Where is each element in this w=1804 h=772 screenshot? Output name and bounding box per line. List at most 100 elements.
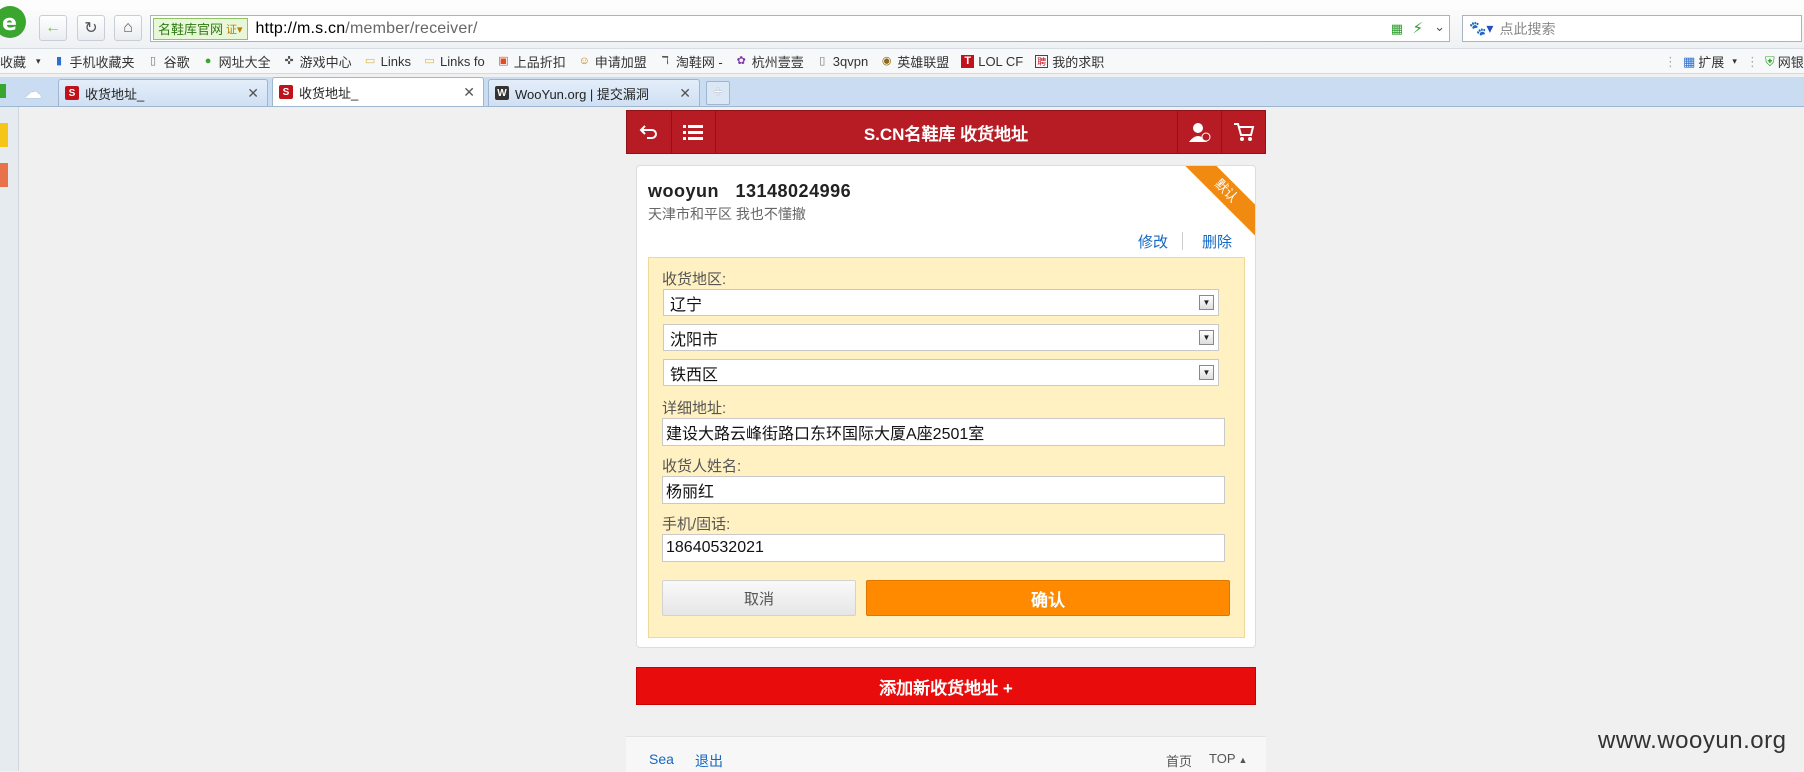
district-value: 铁西区 (670, 366, 719, 384)
bookmark-item[interactable]: ▯ 谷歌 (147, 52, 190, 71)
bookmark-item[interactable]: ▯ 3qvpn (816, 54, 868, 69)
sidebar-toggle-icon[interactable] (0, 84, 6, 98)
tab-receiver-1[interactable]: S 收货地址_ ✕ (58, 79, 268, 106)
back-arrow-icon: ← (45, 19, 61, 36)
globe-icon: ● (204, 54, 212, 67)
tab-title: 收货地址_ (299, 85, 359, 101)
bookmark-item[interactable]: ▭ Links fo (423, 54, 485, 69)
city-select[interactable]: 沈阳市 ▼ (663, 324, 1219, 351)
bookmark-label: 英雄联盟 (897, 54, 950, 70)
address-bar[interactable]: 名鞋库官网 证▾ http://m.s.cn/member/receiver/ ▦… (150, 15, 1450, 42)
bookmark-label: 游戏中心 (299, 54, 352, 70)
menu-list-button[interactable] (671, 111, 716, 153)
account-button[interactable] (1177, 111, 1222, 153)
grip-icon: ⋮ (1664, 53, 1677, 69)
bookmark-item[interactable]: ✜ 游戏中心 (283, 52, 352, 71)
site-verified-badge[interactable]: 名鞋库官网 证▾ (153, 17, 248, 40)
dropdown-arrow-icon: ▼ (1199, 295, 1214, 310)
bookmark-label: 淘鞋网 - (675, 54, 723, 70)
detail-address-label: 详细地址: (662, 400, 727, 417)
cart-button[interactable] (1221, 111, 1266, 153)
bookmark-label: 申请加盟 (594, 54, 647, 70)
extensions-menu[interactable]: ⋮ ▦ 扩展 ▾ (1664, 52, 1737, 71)
cert-icon: 证▾ (226, 23, 243, 36)
lol-icon: ◉ (881, 54, 892, 67)
bookmark-item[interactable]: ▣ 上品折扣 (497, 52, 566, 71)
footer-search-link[interactable]: Sea (649, 751, 674, 767)
divider (1182, 232, 1183, 250)
edit-address-form: 收货地区: 辽宁 ▼ 沈阳市 ▼ 铁西区 ▼ 详细地址: 建设大路云峰街路口东环… (648, 257, 1245, 638)
top-label: TOP (1209, 751, 1236, 766)
bank-menu[interactable]: ⋮ ⛨ 网银 (1746, 52, 1804, 71)
detail-address-input[interactable]: 建设大路云峰街路口东环国际大厦A座2501室 (662, 418, 1225, 446)
search-box[interactable]: 🐾▾ 点此搜索 (1462, 15, 1802, 42)
phone-label: 手机/固话: (662, 516, 731, 533)
lightning-icon[interactable]: ⚡ (1412, 19, 1423, 37)
close-tab-icon[interactable]: ✕ (247, 85, 259, 102)
province-value: 辽宁 (670, 296, 703, 314)
default-ribbon: 默认 (1179, 166, 1255, 238)
favorites-menu[interactable]: 收藏 ▾ (0, 52, 41, 71)
wooyun-favicon-icon: W (495, 86, 509, 100)
home-button[interactable]: ⌂ (114, 15, 142, 41)
page-header: S.CN名鞋库 收货地址 (626, 110, 1266, 154)
url-text[interactable]: http://m.s.cn/member/receiver/ (256, 20, 478, 38)
window-titlebar (0, 0, 1804, 10)
bookmark-item[interactable]: ▭ Links (364, 54, 411, 69)
bookmark-item[interactable]: ◉ 英雄联盟 (880, 52, 949, 71)
browser-logo-icon[interactable]: e (0, 4, 28, 40)
qr-code-icon[interactable]: ▦ (1391, 21, 1403, 37)
bookmark-item[interactable]: ☺ 申请加盟 (578, 52, 647, 71)
dropdown-arrow-icon: ▼ (1199, 330, 1214, 345)
cancel-button[interactable]: 取消 (662, 580, 856, 616)
home-icon: ⌂ (123, 19, 133, 36)
bookmark-item[interactable]: ✿ 杭州壹壹 (735, 52, 804, 71)
tab-receiver-2[interactable]: S 收货地址_ ✕ (272, 77, 484, 106)
tool-icon[interactable] (0, 163, 8, 187)
back-to-top-link[interactable]: TOP ▲ (1209, 751, 1247, 766)
bookmark-item[interactable]: ▮ 手机收藏夹 (53, 52, 135, 71)
bookmark-item[interactable]: ● 网址大全 (202, 52, 271, 71)
person-icon: ☺ (578, 54, 590, 67)
user-icon (1189, 123, 1211, 142)
receiver-name-input[interactable]: 杨丽红 (662, 476, 1225, 504)
cloud-icon[interactable]: ☁ (24, 82, 42, 103)
receiver-name-phone: wooyun 13148024996 (648, 181, 852, 201)
bookmark-label: 我的求职 (1052, 54, 1105, 70)
url-path: /member/receiver/ (345, 19, 478, 37)
address-dropdown-icon[interactable]: ⌄ (1434, 19, 1445, 35)
bookmarks-bar: 收藏 ▾ ▮ 手机收藏夹 ▯ 谷歌 ● 网址大全 ✜ 游戏中心 ▭ Links ▭ Links… (0, 49, 1804, 74)
bookmark-item[interactable]: 聘我的求职 (1035, 52, 1104, 71)
phone-input[interactable]: 18640532021 (662, 534, 1225, 562)
add-new-address-button[interactable]: 添加新收货地址 + (636, 667, 1256, 705)
close-tab-icon[interactable]: ✕ (679, 85, 691, 102)
refresh-button[interactable]: ↻ (77, 15, 105, 41)
delete-link[interactable]: 删除 (1202, 231, 1232, 252)
close-tab-icon[interactable]: ✕ (463, 84, 475, 101)
district-select[interactable]: 铁西区 ▼ (663, 359, 1219, 386)
page-footer: Sea 退出 首页 TOP ▲ (626, 736, 1266, 772)
bookmark-label: Links fo (439, 53, 485, 69)
flower-icon: ✿ (736, 54, 746, 67)
bank-label: 网银 (1777, 55, 1804, 70)
bookmark-label: Links (380, 53, 411, 69)
phone-icon: ▮ (56, 54, 63, 67)
search-engine-icon[interactable]: 🐾▾ (1469, 20, 1493, 37)
province-select[interactable]: 辽宁 ▼ (663, 289, 1219, 316)
confirm-button[interactable]: 确认 (866, 580, 1230, 616)
bookmark-item[interactable]: ℸ 淘鞋网 - (659, 52, 723, 71)
back-button[interactable] (627, 111, 672, 153)
tab-wooyun[interactable]: W WooYun.org | 提交漏洞 ✕ (488, 79, 700, 106)
bookmark-label: LOL CF (978, 53, 1024, 69)
list-icon (683, 125, 703, 140)
chevron-down-icon: ▾ (1732, 56, 1737, 66)
home-link[interactable]: 首页 (1166, 751, 1192, 770)
back-button[interactable]: ← (39, 15, 67, 41)
logout-link[interactable]: 退出 (695, 751, 723, 771)
refresh-icon: ↻ (84, 20, 98, 37)
edit-link[interactable]: 修改 (1138, 231, 1168, 252)
t-logo-icon: T (961, 54, 975, 68)
bookmark-item[interactable]: T LOL CF (961, 54, 1023, 69)
new-tab-button[interactable]: + (706, 81, 730, 105)
sticky-note-icon[interactable] (0, 123, 8, 147)
